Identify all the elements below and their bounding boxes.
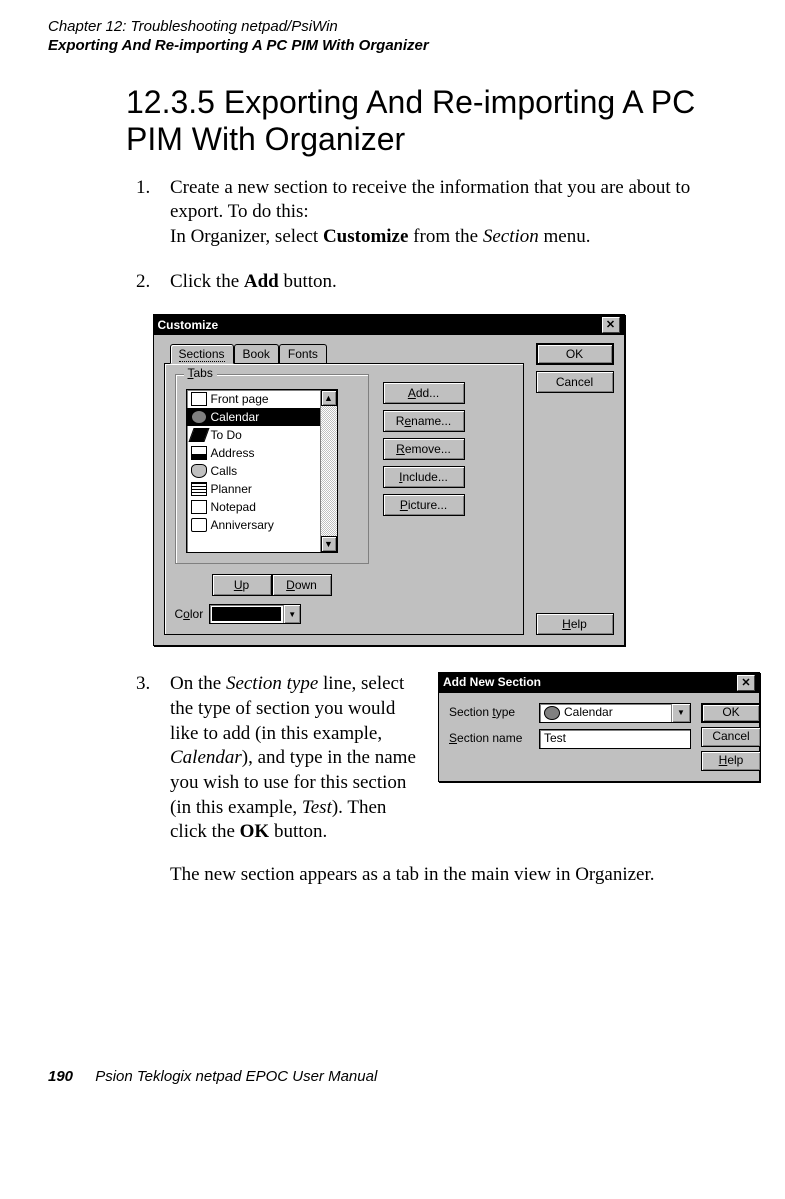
step-1-text-2e: menu. <box>539 226 591 247</box>
sections-listbox[interactable]: Front page Calendar To Do Address Calls … <box>186 389 338 553</box>
tabs-group: Tabs Front page Calendar To Do Address C… <box>175 374 369 564</box>
page-icon <box>191 392 207 406</box>
page-footer: 190 Psion Teklogix netpad EPOC User Manu… <box>48 1068 729 1085</box>
running-header: Chapter 12: Troubleshooting netpad/PsiWi… <box>48 18 729 56</box>
customize-dialog: Customize ✕ SectionsBookFonts Tabs <box>153 314 625 646</box>
up-button[interactable]: Up <box>212 574 272 596</box>
step-1-text-2c: from the <box>408 226 482 247</box>
step-2-num: 2. <box>136 270 150 295</box>
step-1-text-1: Create a new section to receive the info… <box>170 177 690 223</box>
scroll-down-icon[interactable]: ▼ <box>321 536 337 552</box>
card-icon <box>191 446 207 460</box>
list-item[interactable]: Anniversary <box>187 516 337 534</box>
customize-title: Customize <box>158 318 219 332</box>
step-2-t3: button. <box>279 271 337 292</box>
clock-icon <box>191 410 207 424</box>
grid-icon <box>191 482 207 496</box>
list-item[interactable]: Front page <box>187 390 337 408</box>
page-title: 12.3.5 Exporting And Re-importing A PC P… <box>126 84 729 158</box>
section-type-combo[interactable]: Calendar ▼ <box>539 703 691 723</box>
list-item[interactable]: Address <box>187 444 337 462</box>
step-1-customize: Customize <box>323 226 408 247</box>
list-item[interactable]: Calls <box>187 462 337 480</box>
cancel-button[interactable]: Cancel <box>701 727 761 747</box>
color-picker[interactable]: ▼ <box>209 604 301 624</box>
add-section-title: Add New Section <box>443 675 541 691</box>
tab-fonts[interactable]: Fonts <box>279 344 327 363</box>
section-name-label: Section name <box>449 731 531 747</box>
tab-sections[interactable]: Sections <box>170 344 234 364</box>
step-1-section: Section <box>483 226 539 247</box>
tab-book[interactable]: Book <box>234 344 279 363</box>
help-button[interactable]: Help <box>536 613 614 635</box>
add-section-dialog: Add New Section ✕ Section type Calendar … <box>438 672 760 782</box>
page-number: 190 <box>48 1068 73 1085</box>
step-3: 3. On the Section type line, select the … <box>136 672 729 888</box>
section-line: Exporting And Re-importing A PC PIM With… <box>48 37 729 56</box>
rename-button[interactable]: Rename... <box>383 410 465 432</box>
down-button[interactable]: Down <box>272 574 332 596</box>
listbox-scrollbar[interactable]: ▲ ▼ <box>320 390 337 552</box>
anniversary-icon <box>191 518 207 532</box>
cancel-button[interactable]: Cancel <box>536 371 614 393</box>
list-item[interactable]: Notepad <box>187 498 337 516</box>
step-1: 1. Create a new section to receive the i… <box>136 176 729 250</box>
chevron-down-icon[interactable]: ▼ <box>671 704 690 722</box>
clock-icon <box>544 706 560 720</box>
tabs-label: Tabs <box>184 366 217 380</box>
pencil-icon <box>188 428 209 442</box>
help-button[interactable]: Help <box>701 751 761 771</box>
remove-button[interactable]: Remove... <box>383 438 465 460</box>
list-item[interactable]: Planner <box>187 480 337 498</box>
scroll-up-icon[interactable]: ▲ <box>321 390 337 406</box>
step-2: 2. Click the Add button. <box>136 270 729 295</box>
phone-icon <box>191 464 207 478</box>
customize-titlebar[interactable]: Customize ✕ <box>154 315 624 335</box>
section-type-label: Section type <box>449 705 531 721</box>
include-button[interactable]: Include... <box>383 466 465 488</box>
picture-button[interactable]: Picture... <box>383 494 465 516</box>
step-1-num: 1. <box>136 176 150 201</box>
chapter-line: Chapter 12: Troubleshooting netpad/PsiWi… <box>48 18 729 37</box>
color-label: Color <box>175 607 204 621</box>
add-button[interactable]: Add... <box>383 382 465 404</box>
step-2-t1: Click the <box>170 271 244 292</box>
list-item[interactable]: To Do <box>187 426 337 444</box>
manual-title: Psion Teklogix netpad EPOC User Manual <box>95 1068 377 1085</box>
step-2-add: Add <box>244 271 279 292</box>
section-name-input[interactable]: Test <box>539 729 691 749</box>
chevron-down-icon[interactable]: ▼ <box>283 605 300 623</box>
ok-button[interactable]: OK <box>701 703 761 723</box>
close-icon[interactable]: ✕ <box>602 317 620 333</box>
step-1-text-2a: In Organizer, select <box>170 226 323 247</box>
step-3-after: The new section appears as a tab in the … <box>170 864 655 885</box>
ok-button[interactable]: OK <box>536 343 614 365</box>
list-item[interactable]: Calendar <box>187 408 337 426</box>
close-icon[interactable]: ✕ <box>737 675 755 691</box>
add-section-titlebar[interactable]: Add New Section ✕ <box>439 673 759 693</box>
step-3-num: 3. <box>136 672 150 697</box>
note-icon <box>191 500 207 514</box>
